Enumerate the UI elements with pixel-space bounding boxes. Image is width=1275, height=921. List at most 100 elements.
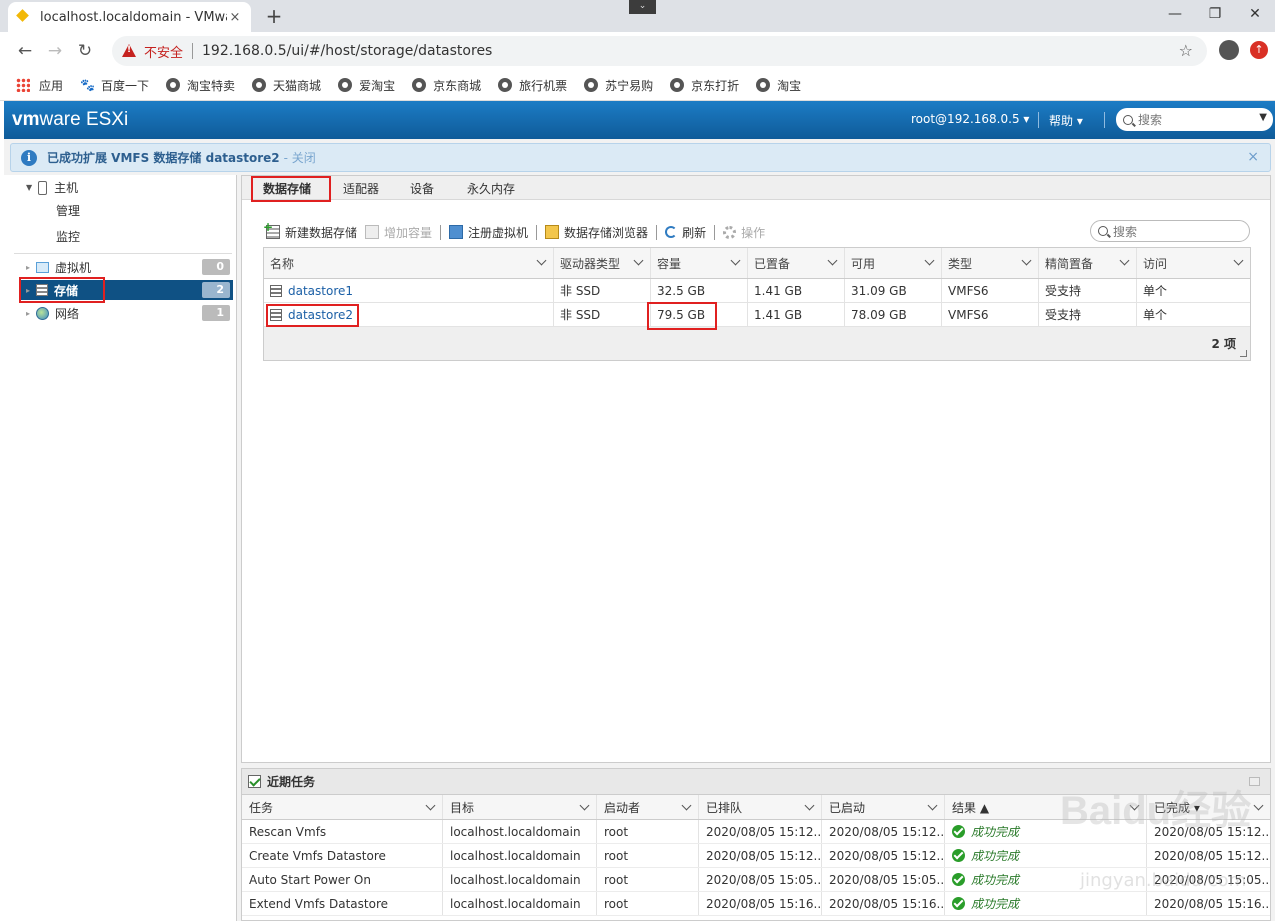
actions-button[interactable]: 操作 xyxy=(723,224,765,241)
globe-icon xyxy=(498,78,513,92)
browser-tab[interactable]: localhost.localdomain - VMware ESXi × xyxy=(8,2,251,32)
datastore-browser-button[interactable]: 数据存储浏览器 xyxy=(545,224,648,241)
chevron-down-icon[interactable] xyxy=(633,255,644,266)
maximize-icon[interactable] xyxy=(1249,777,1260,786)
url-text[interactable]: 192.168.0.5/ui/#/host/storage/datastores xyxy=(202,43,492,59)
bookmark-item[interactable]: 京东商城 xyxy=(412,77,481,94)
chevron-down-icon[interactable] xyxy=(1021,255,1032,266)
column-header-provisioned[interactable]: 已置备 xyxy=(748,248,845,278)
tab-search-chevron-icon[interactable]: ⌄ xyxy=(629,0,656,14)
datastore-name-cell[interactable]: datastore2 xyxy=(264,303,554,326)
help-menu[interactable]: 帮助 ▾ xyxy=(1049,112,1083,129)
task-row[interactable]: Auto Start Power On localhost.localdomai… xyxy=(242,868,1270,892)
tab-datastores[interactable]: 数据存储 xyxy=(263,180,311,197)
bookmark-item[interactable]: 天猫商城 xyxy=(252,77,321,94)
new-datastore-button[interactable]: 新建数据存储 xyxy=(263,220,357,241)
bookmark-item[interactable]: 淘宝 xyxy=(756,77,801,94)
sidebar-item-storage[interactable]: ▸ 存储 2 xyxy=(20,280,233,300)
sidebar-item-network[interactable]: ▸ 网络 1 xyxy=(20,303,233,323)
chevron-down-icon[interactable] xyxy=(425,800,436,811)
tab-persistent-memory[interactable]: 永久内存 xyxy=(467,180,515,197)
increase-capacity-button[interactable]: 增加容量 xyxy=(365,224,432,241)
header-search-input[interactable]: 搜索 ▼ xyxy=(1116,108,1273,131)
chevron-down-icon[interactable]: ▼ xyxy=(1259,112,1267,123)
column-header-task[interactable]: 任务 xyxy=(242,795,443,819)
column-header-access[interactable]: 访问 xyxy=(1137,248,1250,278)
expand-triangle-icon[interactable]: ▸ xyxy=(26,286,36,295)
column-header-free[interactable]: 可用 xyxy=(845,248,942,278)
column-header-thin-provisioning[interactable]: 精简置备 xyxy=(1039,248,1137,278)
column-header-name[interactable]: 名称 xyxy=(264,248,554,278)
recent-tasks-header[interactable]: 近期任务 xyxy=(242,769,1270,795)
chevron-down-icon[interactable] xyxy=(536,255,547,266)
refresh-button[interactable]: 刷新 xyxy=(665,224,706,241)
column-header-target[interactable]: 目标 xyxy=(443,795,597,819)
back-icon[interactable]: ← xyxy=(10,36,40,66)
reload-icon[interactable]: ↻ xyxy=(70,36,100,66)
expand-triangle-icon[interactable]: ▸ xyxy=(26,309,36,318)
bookmark-baidu[interactable]: 🐾 百度一下 xyxy=(80,77,149,94)
bookmark-item[interactable]: 淘宝特卖 xyxy=(166,77,235,94)
column-header-started[interactable]: 已启动 xyxy=(822,795,945,819)
chevron-down-icon[interactable] xyxy=(1129,800,1140,811)
chevron-down-icon[interactable] xyxy=(1233,255,1244,266)
close-window-icon[interactable]: ✕ xyxy=(1235,2,1275,26)
bookmark-item[interactable]: 苏宁易购 xyxy=(584,77,653,94)
account-avatar-icon[interactable] xyxy=(1219,40,1239,60)
resize-handle-icon[interactable] xyxy=(1240,350,1247,357)
bookmark-star-icon[interactable]: ☆ xyxy=(1179,41,1193,60)
tab-devices[interactable]: 设备 xyxy=(410,180,434,197)
table-cell: 2020/08/05 15:16... xyxy=(822,892,945,915)
insecure-label[interactable]: 不安全 xyxy=(144,42,183,61)
chevron-down-icon[interactable] xyxy=(804,800,815,811)
bookmark-item[interactable]: 爱淘宝 xyxy=(338,77,395,94)
task-row[interactable]: Create Vmfs Datastore localhost.localdom… xyxy=(242,844,1270,868)
bookmark-item[interactable]: 旅行机票 xyxy=(498,77,567,94)
column-header-initiator[interactable]: 启动者 xyxy=(597,795,699,819)
bookmark-item[interactable]: 京东打折 xyxy=(670,77,739,94)
column-header-completed[interactable]: 已完成 ▾ xyxy=(1147,795,1270,819)
result-cell: 成功完成 xyxy=(945,820,1147,843)
column-header-capacity[interactable]: 容量 xyxy=(651,248,748,278)
chevron-down-icon[interactable] xyxy=(1253,800,1264,811)
update-icon[interactable]: ↑ xyxy=(1250,41,1268,59)
chevron-down-icon[interactable] xyxy=(1119,255,1130,266)
task-row[interactable]: Extend Vmfs Datastore localhost.localdom… xyxy=(242,892,1270,916)
datastore-name-cell[interactable]: datastore1 xyxy=(264,279,554,302)
chevron-down-icon[interactable] xyxy=(681,800,692,811)
table-search-input[interactable]: 搜索 xyxy=(1090,220,1250,242)
bookmark-apps[interactable]: 应用 xyxy=(16,77,63,94)
restore-icon[interactable]: ❐ xyxy=(1195,2,1235,26)
tab-close-icon[interactable]: × xyxy=(227,10,243,25)
sidebar-item-monitor[interactable]: 监控 xyxy=(56,228,80,245)
virtual-machine-icon xyxy=(36,261,49,273)
chevron-down-icon[interactable] xyxy=(924,255,935,266)
sidebar-item-vms[interactable]: ▸ 虚拟机 0 xyxy=(20,257,233,277)
column-header-result[interactable]: 结果 ▲ xyxy=(945,795,1147,819)
register-vm-button[interactable]: 注册虚拟机 xyxy=(449,224,528,241)
chevron-down-icon[interactable] xyxy=(927,800,938,811)
chevron-down-icon[interactable] xyxy=(827,255,838,266)
close-icon[interactable]: × xyxy=(1247,149,1259,165)
expand-triangle-icon[interactable]: ▸ xyxy=(26,263,36,272)
minimize-icon[interactable]: — xyxy=(1155,2,1195,26)
collapse-triangle-icon[interactable]: ▼ xyxy=(26,183,32,192)
table-row[interactable]: datastore2 非 SSD 79.5 GB 1.41 GB 78.09 G… xyxy=(264,303,1250,327)
globe-icon xyxy=(670,78,685,92)
address-bar[interactable]: 不安全 192.168.0.5/ui/#/host/storage/datast… xyxy=(112,36,1207,66)
chevron-down-icon[interactable] xyxy=(579,800,590,811)
user-menu[interactable]: root@192.168.0.5 ▾ xyxy=(911,112,1029,126)
sidebar-item-host[interactable]: ▼ 主机 xyxy=(26,179,78,196)
new-tab-button[interactable]: + xyxy=(262,4,286,28)
column-header-drive-type[interactable]: 驱动器类型 xyxy=(554,248,651,278)
forward-icon[interactable]: → xyxy=(40,36,70,66)
globe-icon xyxy=(584,78,599,92)
table-row[interactable]: datastore1 非 SSD 32.5 GB 1.41 GB 31.09 G… xyxy=(264,279,1250,303)
task-row[interactable]: Rescan Vmfs localhost.localdomain root 2… xyxy=(242,820,1270,844)
tab-adapters[interactable]: 适配器 xyxy=(343,180,379,197)
sidebar-item-manage[interactable]: 管理 xyxy=(56,202,80,219)
notice-close-link[interactable]: - 关闭 xyxy=(284,149,316,166)
chevron-down-icon[interactable] xyxy=(730,255,741,266)
column-header-type[interactable]: 类型 xyxy=(942,248,1039,278)
column-header-queued[interactable]: 已排队 xyxy=(699,795,822,819)
